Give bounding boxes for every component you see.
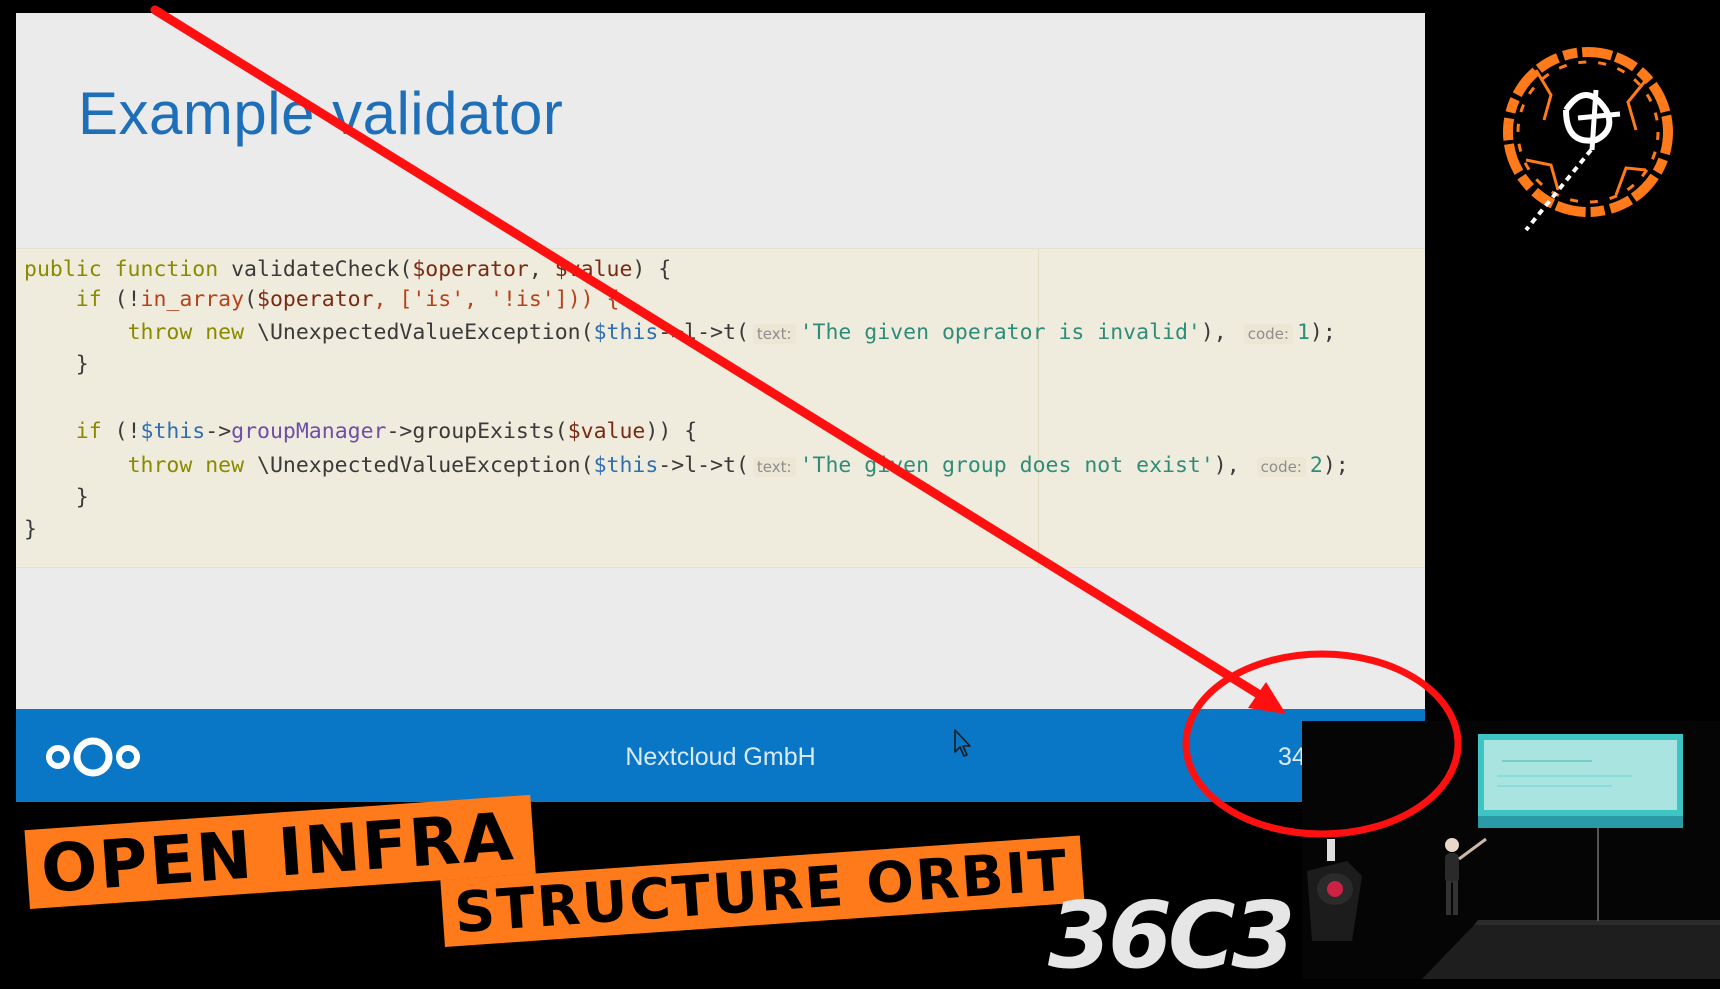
footer-company: Nextcloud GmbH bbox=[625, 743, 816, 771]
conference-logo-icon bbox=[1496, 40, 1681, 244]
code-line-8: } bbox=[24, 517, 37, 542]
mouse-cursor-icon bbox=[952, 728, 974, 762]
code-block: public function validateCheck($operator,… bbox=[16, 248, 1425, 568]
slide-title: Example validator bbox=[78, 80, 564, 147]
code-line-3: throw new \UnexpectedValueException($thi… bbox=[127, 320, 1336, 345]
code-guide-line bbox=[1038, 249, 1039, 567]
event-logo: 36C3 bbox=[1048, 882, 1296, 989]
code-line-2: if (!in_array($operator, ['is', '!is']))… bbox=[75, 287, 620, 312]
speaker-video-feed bbox=[1302, 721, 1720, 979]
code-line-7: } bbox=[24, 485, 89, 510]
code-line-1: public function validateCheck($operator,… bbox=[24, 257, 672, 282]
code-line-5: if (!$this->groupManager->groupExists($v… bbox=[75, 419, 698, 444]
slide-footer: Nextcloud GmbH 34 bbox=[16, 709, 1425, 802]
presentation-slide: Example validator public function valida… bbox=[16, 13, 1425, 802]
banner-line-2: Structure Orbit bbox=[440, 835, 1085, 947]
code-line-4: } bbox=[24, 352, 89, 377]
code-line-6: throw new \UnexpectedValueException($thi… bbox=[127, 453, 1349, 478]
